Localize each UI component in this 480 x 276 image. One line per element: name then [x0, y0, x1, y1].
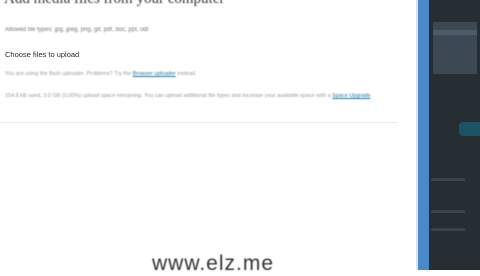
space-upgrade-link[interactable]: Space Upgrade [332, 93, 370, 99]
upload-heading: Add media files from your computer [4, 0, 224, 8]
background-panel-row [431, 228, 465, 231]
upload-quota-notice: 154.8 kB used, 3.0 GB (0.00%) upload spa… [5, 92, 395, 101]
choose-files-button[interactable]: Choose files to upload [5, 50, 79, 59]
background-panel-row [431, 210, 465, 213]
quota-suffix: . [370, 93, 372, 99]
watermark: www.elz.me [152, 252, 275, 275]
uploader-notice: You are using the flash uploader. Proble… [5, 71, 197, 77]
background-admin-panel [429, 0, 480, 270]
background-publish-button[interactable] [459, 122, 480, 136]
allowed-file-types: Allowed file types: jpg, jpeg, png, gif,… [5, 27, 149, 33]
section-divider [0, 122, 398, 123]
background-panel-row [431, 178, 465, 181]
browser-uploader-link[interactable]: Browser uploader [133, 71, 176, 77]
window-scrollbar[interactable] [418, 0, 429, 270]
background-widget-strip [433, 30, 477, 35]
media-upload-dialog: Add media files from your computer Allow… [0, 0, 418, 275]
uploader-notice-suffix: instead. [177, 71, 197, 77]
uploader-notice-prefix: You are using the flash uploader. Proble… [5, 71, 132, 77]
quota-text: 154.8 kB used, 3.0 GB (0.00%) upload spa… [5, 93, 331, 99]
